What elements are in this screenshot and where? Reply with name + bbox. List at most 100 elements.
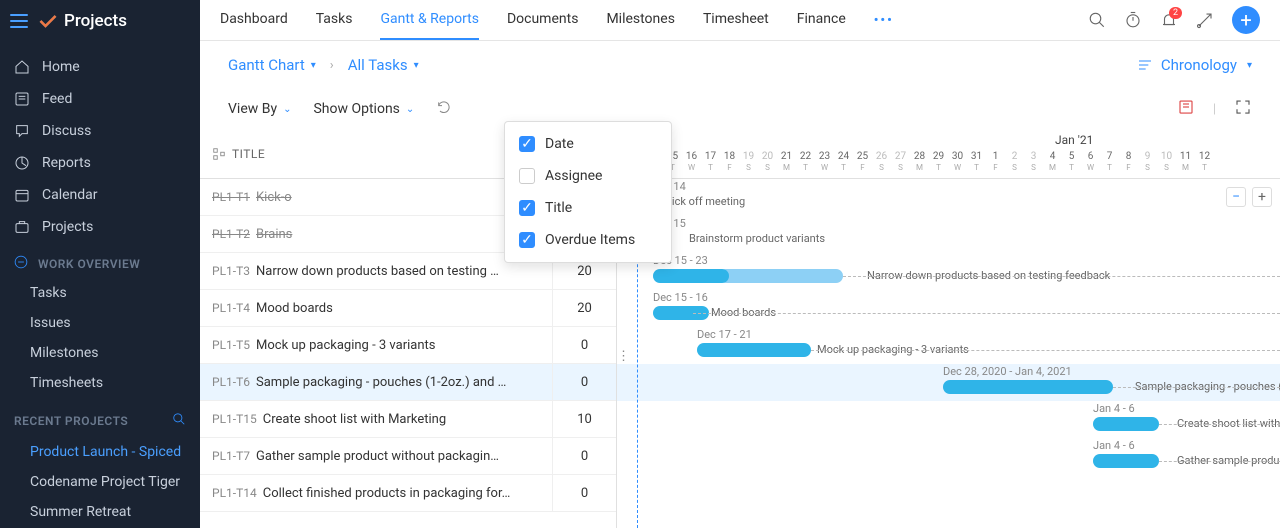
dropdown-option[interactable]: ✓Date <box>505 128 671 160</box>
day-column: 4M <box>1043 151 1062 173</box>
bar-date-label: Jan 4 - 6 <box>1093 439 1135 452</box>
sidebar-item-home[interactable]: Home <box>0 51 200 83</box>
hamburger-icon[interactable] <box>10 14 28 28</box>
sub-item-tasks[interactable]: Tasks <box>0 278 200 308</box>
dropdown-option[interactable]: ✓Overdue Items <box>505 224 671 256</box>
chevron-down-icon: ▾ <box>1247 60 1252 71</box>
table-row[interactable]: PL1-T7Gather sample product without pack… <box>200 438 616 475</box>
tab-dashboard[interactable]: Dashboard <box>220 0 288 40</box>
task-title: Mood boards <box>256 301 333 316</box>
app-logo[interactable]: Projects <box>38 11 127 31</box>
recent-project-1[interactable]: Codename Project Tiger <box>0 467 200 497</box>
gantt-bar-label: Brainstorm product variants <box>689 232 825 245</box>
crumb-tasks[interactable]: All Tasks▾ <box>348 56 419 74</box>
search-icon[interactable] <box>1088 11 1106 29</box>
day-column: 10S <box>1157 151 1176 173</box>
tab-gantt[interactable]: Gantt & Reports <box>380 0 479 40</box>
tab-timesheet[interactable]: Timesheet <box>703 0 769 40</box>
day-column: 25F <box>853 151 872 173</box>
checkbox[interactable]: ✓ <box>519 136 535 152</box>
task-title: Collect finished products in packaging f… <box>263 486 511 501</box>
sidebar-item-feed[interactable]: Feed <box>0 83 200 115</box>
title-column-header[interactable]: TITLE <box>200 147 552 161</box>
hierarchy-icon <box>212 147 226 161</box>
gantt-body[interactable]: Dec 14 - 14✓Kick off meetingDec 14 - 15✓… <box>617 179 1280 528</box>
gantt-bar[interactable] <box>943 380 1113 394</box>
day-column: 21M <box>777 151 796 173</box>
gantt-bar[interactable] <box>697 343 811 357</box>
export-pdf-icon[interactable] <box>1177 98 1195 120</box>
zoom-out-button[interactable]: − <box>1226 187 1246 207</box>
tab-milestones[interactable]: Milestones <box>606 0 675 40</box>
settings-icon[interactable] <box>1196 11 1214 29</box>
gantt-row: Dec 17 - 21Mock up packaging - 3 variant… <box>617 327 1280 364</box>
day-column: 28M <box>910 151 929 173</box>
table-row[interactable]: PL1-T5Mock up packaging - 3 variants0 <box>200 327 616 364</box>
notif-badge: 2 <box>1169 7 1182 19</box>
sidebar-item-reports[interactable]: Reports <box>0 147 200 179</box>
gantt-row: Jan 4 - 6Gather sample produc <box>617 438 1280 475</box>
table-row[interactable]: PL1-T4Mood boards20 <box>200 290 616 327</box>
task-id: PL1-T7 <box>212 449 250 463</box>
sub-item-timesheets[interactable]: Timesheets <box>0 368 200 398</box>
recent-project-0[interactable]: Product Launch - Spiced <box>0 437 200 467</box>
logo-icon <box>38 11 58 31</box>
add-button[interactable]: + <box>1232 6 1260 34</box>
day-column: 31T <box>967 151 986 173</box>
chronology-toggle[interactable]: Chronology ▾ <box>1137 56 1252 74</box>
notification-icon[interactable]: 2 <box>1160 11 1178 29</box>
sidebar-item-discuss[interactable]: Discuss <box>0 115 200 147</box>
zoom-controls: − + <box>1226 187 1272 207</box>
day-column: 23W <box>815 151 834 173</box>
task-pct: 0 <box>552 475 616 511</box>
day-column: 5T <box>1062 151 1081 173</box>
tab-more[interactable]: ••• <box>874 13 894 28</box>
table-row[interactable]: PL1-T6Sample packaging - pouches (1-2oz.… <box>200 364 616 401</box>
view-by-toggle[interactable]: View By⌄ <box>228 101 291 117</box>
show-options-toggle[interactable]: Show Options⌄ <box>313 101 414 117</box>
sidebar-item-calendar[interactable]: Calendar <box>0 179 200 211</box>
task-id: PL1-T3 <box>212 264 250 278</box>
dependency-line <box>843 276 1280 277</box>
task-pct: 0 <box>552 327 616 363</box>
checkbox[interactable] <box>519 168 535 184</box>
sub-item-issues[interactable]: Issues <box>0 308 200 338</box>
zoom-in-button[interactable]: + <box>1252 187 1272 207</box>
table-row[interactable]: PL1-T15Create shoot list with Marketing1… <box>200 401 616 438</box>
day-column: 9S <box>1138 151 1157 173</box>
tab-finance[interactable]: Finance <box>797 0 846 40</box>
undo-icon[interactable] <box>436 99 452 119</box>
crumb-chart[interactable]: Gantt Chart▾ <box>228 56 316 74</box>
day-column: 24T <box>834 151 853 173</box>
checkbox[interactable]: ✓ <box>519 200 535 216</box>
work-overview-header[interactable]: WORK OVERVIEW <box>0 243 200 278</box>
day-column: 19S <box>739 151 758 173</box>
gantt-bar-schedule[interactable] <box>719 269 843 283</box>
gantt-row: Dec 15 - 23Narrow down products based on… <box>617 253 1280 290</box>
gantt-bar[interactable] <box>653 269 729 283</box>
sidebar-item-projects[interactable]: Projects <box>0 211 200 243</box>
table-row[interactable]: PL1-T14Collect finished products in pack… <box>200 475 616 512</box>
dependency-line <box>1159 461 1280 462</box>
gantt-bar[interactable] <box>1093 417 1159 431</box>
dropdown-option[interactable]: Assignee <box>505 160 671 192</box>
day-column: 3S <box>1024 151 1043 173</box>
dropdown-option[interactable]: ✓Title <box>505 192 671 224</box>
sub-item-milestones[interactable]: Milestones <box>0 338 200 368</box>
bar-date-label: Dec 17 - 21 <box>697 328 752 341</box>
tab-documents[interactable]: Documents <box>507 0 578 40</box>
feed-icon <box>14 91 30 107</box>
tab-tasks[interactable]: Tasks <box>316 0 353 40</box>
dependency-line <box>693 313 1280 314</box>
gantt-bar[interactable] <box>1093 454 1159 468</box>
search-icon[interactable] <box>172 412 186 429</box>
task-id: PL1-T4 <box>212 301 250 315</box>
month-label: Jan '21 <box>1055 133 1093 147</box>
fullscreen-icon[interactable] <box>1234 98 1252 120</box>
reports-icon <box>14 155 30 171</box>
checkbox[interactable]: ✓ <box>519 232 535 248</box>
discuss-icon <box>14 123 30 139</box>
recent-project-2[interactable]: Summer Retreat <box>0 497 200 527</box>
timer-icon[interactable] <box>1124 11 1142 29</box>
day-column: 11M <box>1176 151 1195 173</box>
